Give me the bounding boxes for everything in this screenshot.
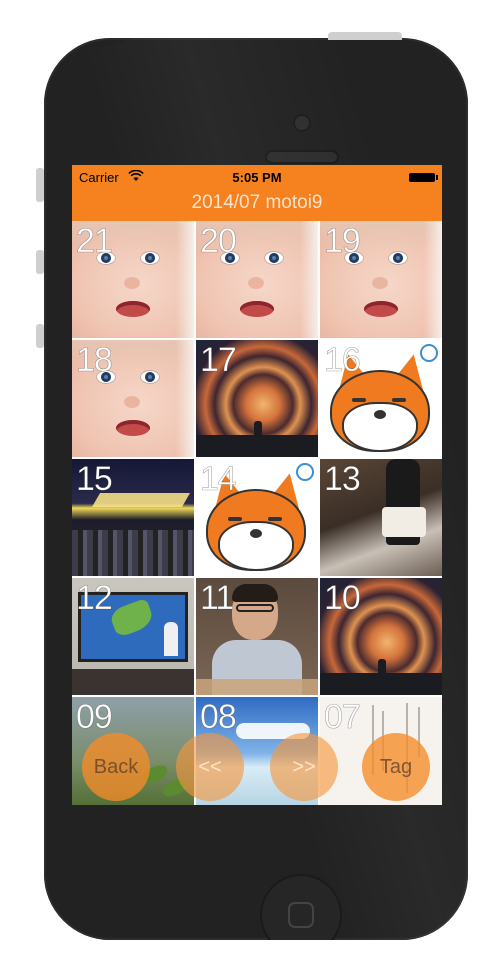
- photo-number: 17: [200, 341, 237, 379]
- fox-eye: [352, 398, 366, 402]
- photo-cell[interactable]: 16: [320, 340, 442, 457]
- photo-edge: [424, 221, 442, 338]
- back-button[interactable]: Back: [82, 733, 150, 801]
- photo-cell[interactable]: 14: [196, 459, 318, 576]
- photo-cell[interactable]: 18: [72, 340, 194, 457]
- photo-presenter: [164, 622, 178, 656]
- photo-nose: [248, 277, 264, 289]
- photo-number: 10: [324, 579, 361, 617]
- photo-number: 21: [76, 222, 113, 260]
- photo-eye: [140, 370, 160, 384]
- photo-number: 09: [76, 698, 113, 736]
- photo-mouth: [116, 420, 150, 436]
- photo-tv-stand: [72, 669, 194, 695]
- earpiece-speaker: [265, 150, 339, 164]
- tag-button[interactable]: Tag: [362, 733, 430, 801]
- page-title: 2014/07 motoi9: [191, 192, 323, 213]
- photo-cell[interactable]: 10: [320, 578, 442, 695]
- photo-number: 16: [324, 341, 361, 379]
- bottom-button-bar: Back << >> Tag: [72, 733, 442, 801]
- volume-up-button: [36, 250, 44, 274]
- front-camera-icon: [293, 114, 311, 132]
- photo-mouth: [116, 301, 150, 317]
- photo-edge: [176, 340, 194, 457]
- photo-hair: [232, 584, 278, 602]
- photo-dress: [382, 507, 426, 537]
- home-square-icon: [288, 902, 314, 928]
- previous-button[interactable]: <<: [176, 733, 244, 801]
- photo-eye: [140, 251, 160, 265]
- nav-bar: 2014/07 motoi9: [72, 189, 442, 221]
- glasses-icon: [236, 604, 274, 612]
- photo-number: 08: [200, 698, 237, 736]
- photo-number: 07: [324, 698, 361, 736]
- photo-number: 13: [324, 460, 361, 498]
- fox-nose: [374, 410, 386, 419]
- status-bar: Carrier 5:05 PM: [72, 165, 442, 189]
- photo-nose: [372, 277, 388, 289]
- photo-cell[interactable]: 19: [320, 221, 442, 338]
- fox-eye: [268, 517, 282, 521]
- photo-nose: [124, 277, 140, 289]
- photo-number: 19: [324, 222, 361, 260]
- photo-tower: [254, 421, 262, 439]
- battery-icon: [409, 173, 438, 182]
- photo-edge: [300, 221, 318, 338]
- fox-eye: [228, 517, 242, 521]
- photo-table: [196, 679, 318, 695]
- photo-cell[interactable]: 15: [72, 459, 194, 576]
- photo-number: 12: [76, 579, 113, 617]
- photo-number: 14: [200, 460, 237, 498]
- photo-mouth: [364, 301, 398, 317]
- photo-edge: [176, 221, 194, 338]
- photo-nose: [124, 396, 140, 408]
- volume-down-button: [36, 324, 44, 348]
- photo-cell[interactable]: 12: [72, 578, 194, 695]
- photo-number: 18: [76, 341, 113, 379]
- next-button[interactable]: >>: [270, 733, 338, 801]
- fox-nose: [250, 529, 262, 538]
- photo-cell[interactable]: 11: [196, 578, 318, 695]
- photo-eye: [388, 251, 408, 265]
- photo-tower: [378, 659, 386, 677]
- mute-switch: [36, 168, 44, 202]
- power-button: [328, 32, 402, 40]
- home-button[interactable]: [260, 874, 342, 940]
- photo-cell[interactable]: 17: [196, 340, 318, 457]
- photo-cell[interactable]: 20: [196, 221, 318, 338]
- photo-mouth: [240, 301, 274, 317]
- photo-cell[interactable]: 13: [320, 459, 442, 576]
- fox-eye: [392, 398, 406, 402]
- sleep-bubble-icon: [296, 463, 314, 481]
- photo-crowd: [72, 530, 194, 576]
- status-time: 5:05 PM: [232, 170, 282, 185]
- app-screen: Carrier 5:05 PM 2014/07 motoi9 21 20 19 …: [72, 165, 442, 805]
- sleep-bubble-icon: [420, 344, 438, 362]
- photo-eye: [264, 251, 284, 265]
- photo-number: 11: [200, 579, 235, 617]
- photo-grid: 21 20 19 18 17 16 15 14 13 12 11 10 09 0…: [72, 221, 442, 805]
- photo-number: 15: [76, 460, 113, 498]
- photo-cell[interactable]: 21: [72, 221, 194, 338]
- photo-number: 20: [200, 222, 237, 260]
